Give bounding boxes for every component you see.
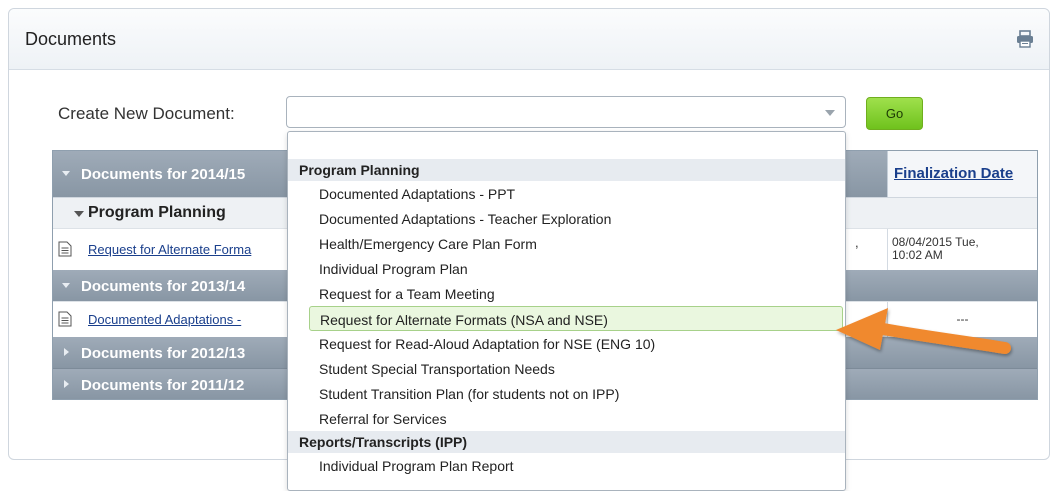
- dropdown-option[interactable]: Individual Program Plan: [288, 256, 845, 281]
- document-icon: [58, 311, 72, 327]
- dropdown-option[interactable]: Health/Emergency Care Plan Form: [288, 231, 845, 256]
- dropdown-option[interactable]: Documented Adaptations - PPT: [288, 181, 845, 206]
- dropdown-option[interactable]: Documented Adaptations - Teacher Explora…: [288, 206, 845, 231]
- collapse-icon[interactable]: [62, 283, 70, 288]
- annotation-arrow-icon: [836, 308, 1011, 354]
- section-label: Program Planning: [88, 204, 226, 221]
- dropdown-option-highlighted[interactable]: Request for Alternate Formats (NSA and N…: [309, 306, 843, 331]
- dropdown-option[interactable]: Individual Program Plan Report: [288, 453, 845, 478]
- dropdown-option[interactable]: Student Transition Plan (for students no…: [288, 381, 845, 406]
- dropdown-option[interactable]: Student Special Transportation Needs: [288, 356, 845, 381]
- expand-icon[interactable]: [64, 348, 69, 356]
- option-group-label: Program Planning: [288, 159, 845, 181]
- dropdown-option[interactable]: Request for Read-Aloud Adaptation for NS…: [288, 331, 845, 356]
- panel-title: Documents: [25, 29, 117, 49]
- collapse-icon[interactable]: [74, 211, 84, 217]
- dropdown-option[interactable]: Referral for Services: [288, 406, 845, 431]
- dropdown-spacer: [288, 132, 845, 159]
- expand-icon[interactable]: [64, 380, 69, 388]
- create-new-document-label: Create New Document:: [58, 104, 235, 123]
- panel-header: Documents: [9, 9, 1049, 70]
- option-group-label: Reports/Transcripts (IPP): [288, 431, 845, 453]
- year-label: Documents for 2014/15: [81, 166, 246, 183]
- year-label: Documents for 2013/14: [81, 278, 246, 295]
- time-line: 10:02 AM: [892, 248, 943, 262]
- finalization-date-cell: 08/04/2015 Tue, 10:02 AM: [887, 229, 1037, 270]
- dropdown-option[interactable]: Request for a Team Meeting: [288, 281, 845, 306]
- collapse-icon[interactable]: [62, 171, 70, 176]
- document-type-dropdown[interactable]: Program Planning Documented Adaptations …: [287, 131, 846, 491]
- document-link[interactable]: Documented Adaptations -: [88, 312, 241, 327]
- print-icon[interactable]: [1015, 30, 1035, 48]
- create-document-select[interactable]: [286, 96, 846, 128]
- go-button[interactable]: Go: [866, 97, 923, 130]
- finalization-date-header[interactable]: Finalization Date: [887, 151, 1037, 197]
- comma-fragment: ,: [855, 235, 859, 250]
- year-label: Documents for 2011/12: [81, 377, 245, 394]
- document-link[interactable]: Request for Alternate Forma: [88, 242, 251, 257]
- document-icon: [58, 241, 72, 257]
- chevron-down-icon[interactable]: [825, 110, 835, 116]
- year-label: Documents for 2012/13: [81, 345, 246, 362]
